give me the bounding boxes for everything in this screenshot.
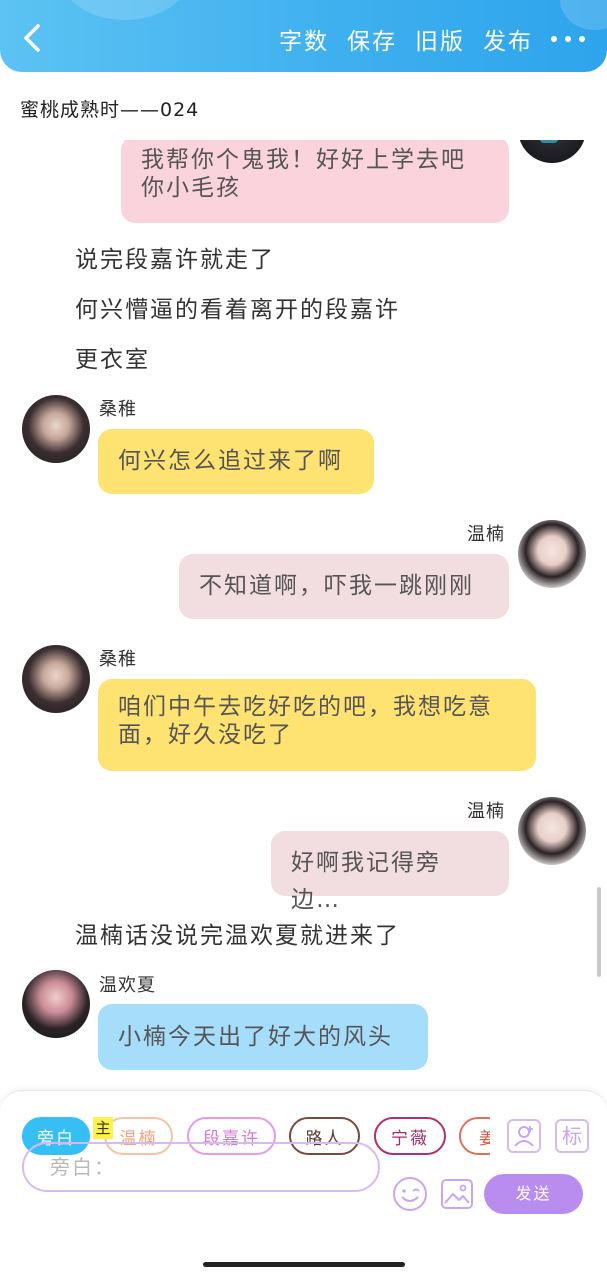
old-version-button[interactable]: 旧版	[415, 22, 465, 56]
narration-line[interactable]: 温楠话没说完温欢夏就进来了	[75, 916, 400, 950]
tag-icon[interactable]: 标	[555, 1119, 589, 1153]
chat-bubble[interactable]: 我帮你个鬼我！好好上学去吧你小毛孩	[121, 140, 509, 223]
chat-area[interactable]: 我帮你个鬼我！好好上学去吧你小毛孩 说完段嘉许就走了 何兴懵逼的看着离开的段嘉许…	[0, 140, 607, 1090]
chat-bubble[interactable]: 咱们中午去吃好吃的吧，我想吃意面，好久没吃了	[98, 679, 536, 771]
avatar[interactable]	[22, 395, 90, 463]
avatar[interactable]	[518, 520, 586, 588]
publish-button[interactable]: 发布	[483, 22, 533, 56]
speaker-name: 桑稚	[99, 649, 137, 670]
chat-bubble[interactable]: 小楠今天出了好大的风头	[98, 1004, 428, 1070]
narration-line[interactable]: 何兴懵逼的看着离开的段嘉许	[75, 290, 400, 324]
chat-bubble[interactable]: 何兴怎么追过来了啊	[98, 429, 374, 494]
role-chip-ningwei[interactable]: 宁薇	[374, 1117, 446, 1155]
narration-line[interactable]: 更衣室	[75, 340, 150, 374]
home-indicator	[203, 1262, 405, 1267]
main-role-badge: 主	[93, 1117, 113, 1139]
chat-bubble[interactable]: 不知道啊，吓我一跳刚刚	[179, 554, 509, 619]
avatar[interactable]	[518, 140, 586, 163]
role-chip-jiang[interactable]: 姜	[459, 1117, 490, 1155]
header-decoration	[60, 0, 190, 20]
save-button[interactable]: 保存	[347, 22, 397, 56]
send-button[interactable]: 发送	[484, 1174, 583, 1214]
speaker-name: 温楠	[467, 524, 505, 545]
more-options-icon[interactable]	[551, 24, 585, 54]
speaker-name: 温楠	[467, 801, 505, 822]
header-actions: 字数 保存 旧版 发布	[279, 22, 585, 56]
scrollbar[interactable]	[597, 887, 601, 977]
top-bar: 字数 保存 旧版 发布	[0, 0, 607, 72]
narration-line[interactable]: 说完段嘉许就走了	[75, 240, 275, 274]
chat-bubble[interactable]: 好啊我记得旁边…	[271, 831, 509, 913]
emoji-icon[interactable]	[392, 1176, 428, 1212]
speaker-name: 温欢夏	[99, 975, 156, 996]
avatar[interactable]	[22, 645, 90, 713]
avatar[interactable]	[22, 970, 90, 1038]
word-count-button[interactable]: 字数	[279, 22, 329, 56]
image-icon[interactable]	[439, 1176, 475, 1212]
avatar[interactable]	[518, 797, 586, 865]
document-title: 蜜桃成熟时——024	[20, 99, 200, 121]
back-arrow-icon[interactable]	[18, 20, 50, 56]
add-role-icon[interactable]	[507, 1119, 541, 1153]
message-input[interactable]: 旁白：	[22, 1142, 380, 1192]
speaker-name: 桑稚	[99, 399, 137, 420]
